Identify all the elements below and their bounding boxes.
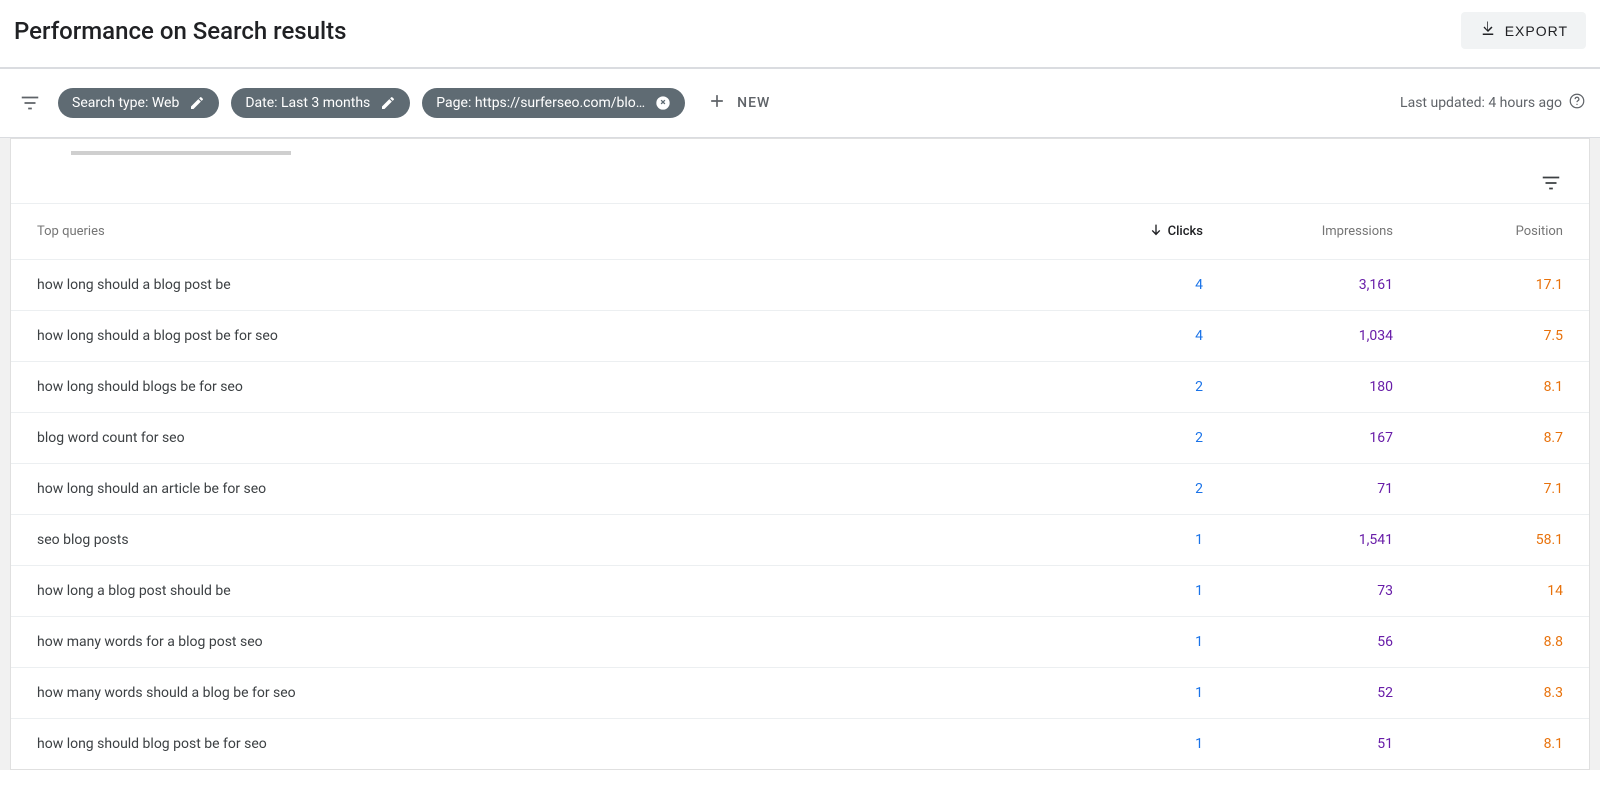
table-body: how long should a blog post be43,16117.1… <box>11 259 1589 769</box>
impressions-cell: 56 <box>1203 634 1393 650</box>
last-updated-label: Last updated: 4 hours ago <box>1400 95 1562 111</box>
position-cell: 8.8 <box>1393 634 1563 650</box>
clicks-cell: 4 <box>1063 328 1203 344</box>
table-header: Top queries Clicks Impressions Position <box>11 203 1589 259</box>
position-cell: 8.1 <box>1393 736 1563 752</box>
col-clicks[interactable]: Clicks <box>1063 222 1203 242</box>
chip-page-label: Page: https://surferseo.com/blo… <box>436 95 645 111</box>
position-cell: 17.1 <box>1393 277 1563 293</box>
position-cell: 8.1 <box>1393 379 1563 395</box>
table-toolbar <box>11 157 1589 203</box>
query-cell[interactable]: how long should blog post be for seo <box>37 736 1063 752</box>
position-cell: 7.5 <box>1393 328 1563 344</box>
chip-search-type-label: Search type: Web <box>72 95 179 111</box>
chip-page[interactable]: Page: https://surferseo.com/blo… <box>422 88 685 118</box>
position-cell: 58.1 <box>1393 532 1563 548</box>
query-cell[interactable]: how long should blogs be for seo <box>37 379 1063 395</box>
table-row[interactable]: how long should a blog post be43,16117.1 <box>11 259 1589 310</box>
clicks-cell: 1 <box>1063 685 1203 701</box>
query-cell[interactable]: how long should a blog post be for seo <box>37 328 1063 344</box>
queries-panel: Top queries Clicks Impressions Position … <box>10 138 1590 770</box>
close-icon[interactable] <box>655 95 671 111</box>
clicks-cell: 1 <box>1063 634 1203 650</box>
table-filter-icon[interactable] <box>1539 171 1563 195</box>
export-label: EXPORT <box>1505 23 1568 39</box>
impressions-cell: 52 <box>1203 685 1393 701</box>
impressions-cell: 71 <box>1203 481 1393 497</box>
clicks-cell: 2 <box>1063 481 1203 497</box>
chip-search-type[interactable]: Search type: Web <box>58 88 219 118</box>
query-cell[interactable]: how many words for a blog post seo <box>37 634 1063 650</box>
page-title: Performance on Search results <box>14 17 346 45</box>
table-row[interactable]: how many words should a blog be for seo1… <box>11 667 1589 718</box>
arrow-down-icon <box>1148 222 1164 242</box>
table-row[interactable]: how long should a blog post be for seo41… <box>11 310 1589 361</box>
plus-icon <box>707 91 727 115</box>
clicks-cell: 2 <box>1063 430 1203 446</box>
download-icon <box>1479 20 1497 41</box>
query-cell[interactable]: blog word count for seo <box>37 430 1063 446</box>
clicks-cell: 2 <box>1063 379 1203 395</box>
col-clicks-label: Clicks <box>1168 224 1203 239</box>
panel-tab-indicator <box>11 139 1589 157</box>
table-row[interactable]: seo blog posts11,54158.1 <box>11 514 1589 565</box>
pencil-icon <box>380 95 396 111</box>
impressions-cell: 180 <box>1203 379 1393 395</box>
impressions-cell: 1,541 <box>1203 532 1393 548</box>
col-top-queries[interactable]: Top queries <box>37 224 1063 239</box>
clicks-cell: 1 <box>1063 736 1203 752</box>
table-row[interactable]: how long a blog post should be17314 <box>11 565 1589 616</box>
impressions-cell: 73 <box>1203 583 1393 599</box>
query-cell[interactable]: seo blog posts <box>37 532 1063 548</box>
filter-bar: Search type: Web Date: Last 3 months Pag… <box>0 69 1600 137</box>
col-position[interactable]: Position <box>1393 224 1563 239</box>
impressions-cell: 3,161 <box>1203 277 1393 293</box>
clicks-cell: 1 <box>1063 583 1203 599</box>
impressions-cell: 1,034 <box>1203 328 1393 344</box>
pencil-icon <box>189 95 205 111</box>
new-label: NEW <box>737 95 770 111</box>
help-icon[interactable] <box>1568 92 1586 114</box>
clicks-cell: 4 <box>1063 277 1203 293</box>
clicks-cell: 1 <box>1063 532 1203 548</box>
position-cell: 7.1 <box>1393 481 1563 497</box>
chip-date-label: Date: Last 3 months <box>245 95 370 111</box>
position-cell: 14 <box>1393 583 1563 599</box>
add-filter-button[interactable]: NEW <box>697 85 780 121</box>
impressions-cell: 167 <box>1203 430 1393 446</box>
table-row[interactable]: how long should blogs be for seo21808.1 <box>11 361 1589 412</box>
query-cell[interactable]: how long should an article be for seo <box>37 481 1063 497</box>
position-cell: 8.7 <box>1393 430 1563 446</box>
export-button[interactable]: EXPORT <box>1461 12 1586 49</box>
chip-date[interactable]: Date: Last 3 months <box>231 88 410 118</box>
col-impressions[interactable]: Impressions <box>1203 224 1393 239</box>
last-updated: Last updated: 4 hours ago <box>1400 92 1586 114</box>
query-cell[interactable]: how many words should a blog be for seo <box>37 685 1063 701</box>
query-cell[interactable]: how long should a blog post be <box>37 277 1063 293</box>
impressions-cell: 51 <box>1203 736 1393 752</box>
page-header: Performance on Search results EXPORT <box>0 0 1600 69</box>
table-row[interactable]: how long should blog post be for seo1518… <box>11 718 1589 769</box>
table-row[interactable]: how long should an article be for seo271… <box>11 463 1589 514</box>
table-row[interactable]: blog word count for seo21678.7 <box>11 412 1589 463</box>
content-area: Top queries Clicks Impressions Position … <box>0 137 1600 770</box>
query-cell[interactable]: how long a blog post should be <box>37 583 1063 599</box>
table-row[interactable]: how many words for a blog post seo1568.8 <box>11 616 1589 667</box>
filter-icon[interactable] <box>18 91 42 115</box>
position-cell: 8.3 <box>1393 685 1563 701</box>
